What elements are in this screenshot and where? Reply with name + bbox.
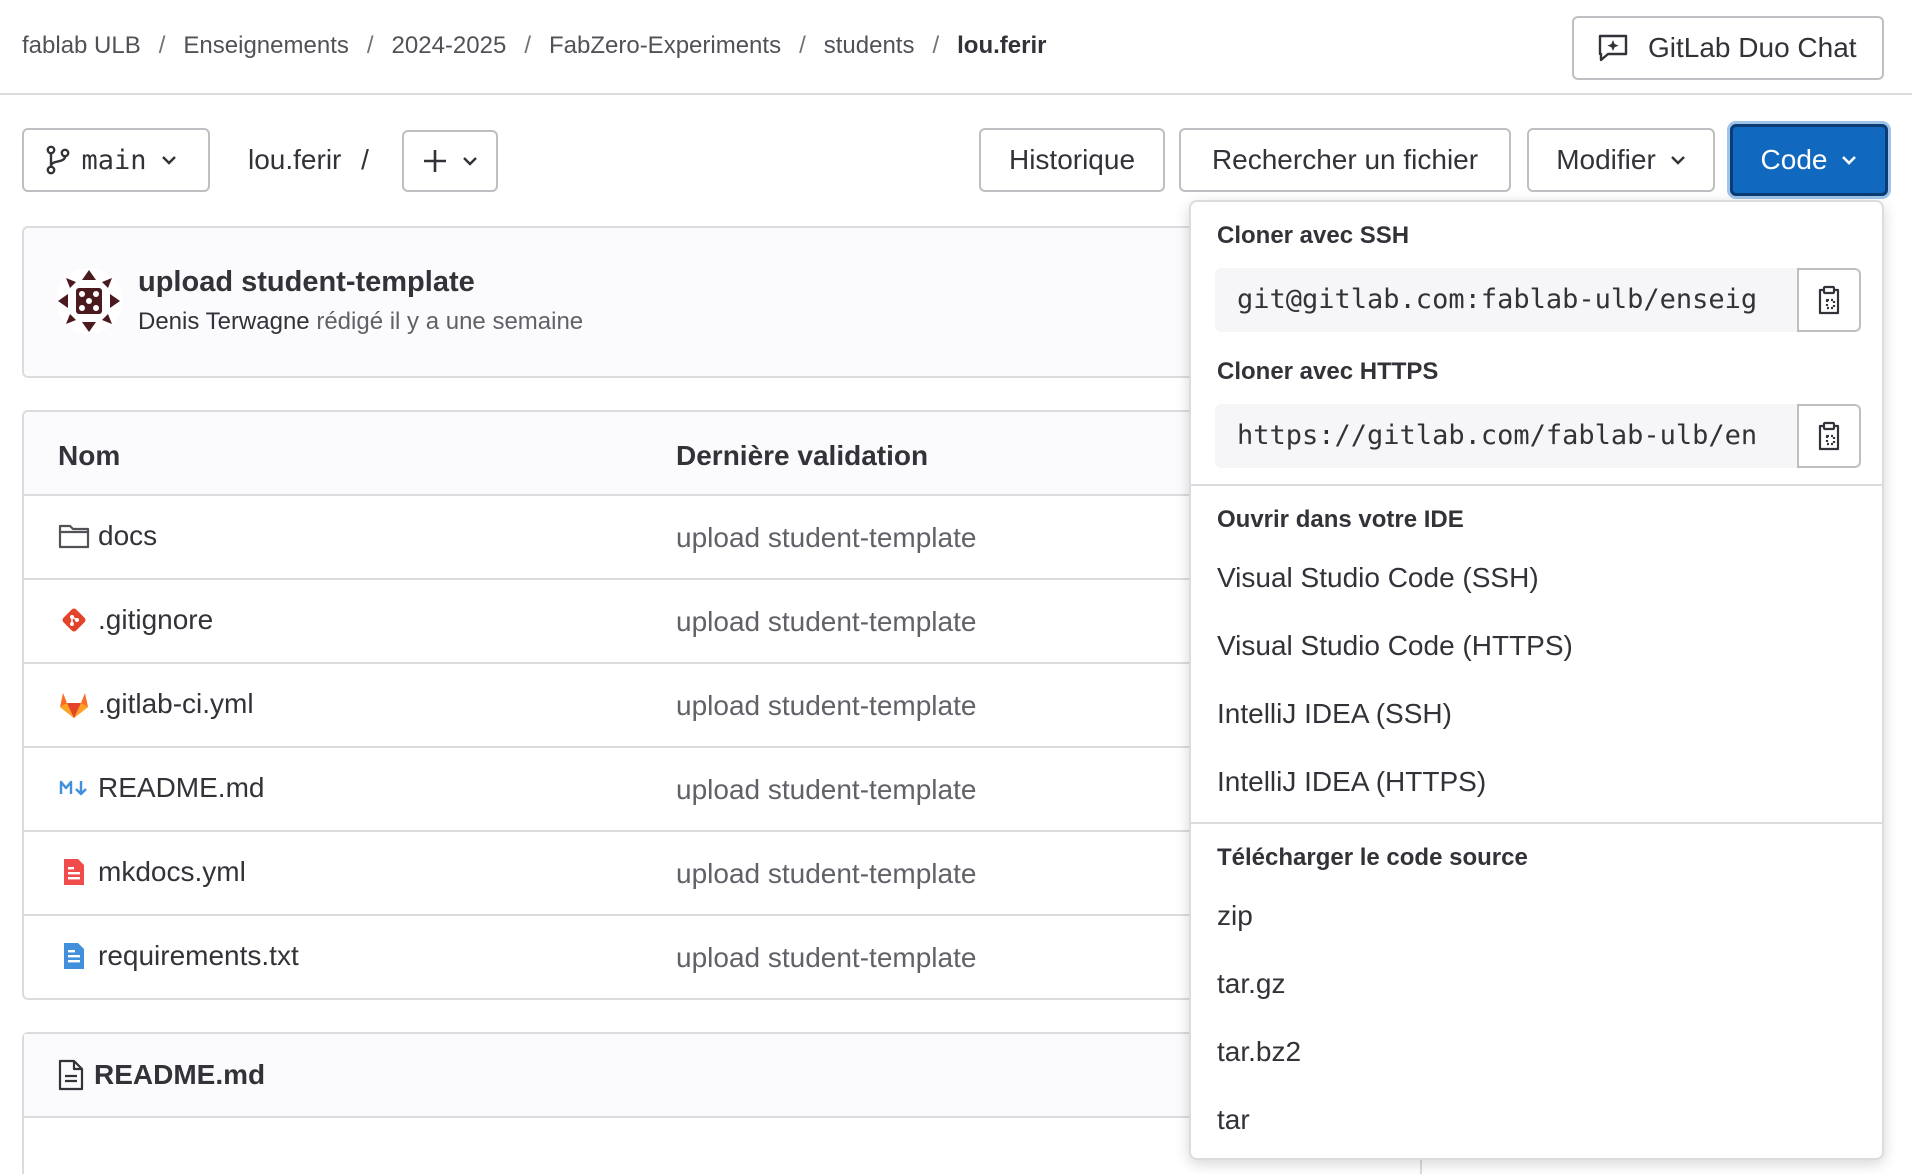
readme-title: README.md bbox=[94, 1059, 266, 1090]
chevron-down-icon bbox=[161, 156, 176, 165]
clone-https-title: Cloner avec HTTPS bbox=[1217, 358, 1439, 385]
repo-path-separator: / bbox=[361, 144, 369, 175]
file-name-cell[interactable]: mkdocs.yml bbox=[58, 856, 246, 888]
file-commit-message[interactable]: upload student-template bbox=[676, 522, 976, 554]
breadcrumb-item-year[interactable]: 2024-2025 bbox=[392, 32, 507, 60]
top-bar: fablab ULB / Enseignements / 2024-2025 /… bbox=[0, 0, 1912, 95]
clone-https-field: https://gitlab.com/fablab-ulb/en bbox=[1215, 404, 1861, 468]
file-commit-message[interactable]: upload student-template bbox=[676, 942, 976, 974]
ide-intellij-ssh[interactable]: IntelliJ IDEA (SSH) bbox=[1217, 698, 1452, 730]
clone-https-url[interactable]: https://gitlab.com/fablab-ulb/en bbox=[1237, 420, 1777, 451]
copy-icon bbox=[1818, 421, 1840, 451]
commit-title[interactable]: upload student-template bbox=[138, 266, 475, 299]
text-file-icon bbox=[58, 940, 90, 972]
breadcrumb-separator: / bbox=[524, 32, 531, 59]
file-name: docs bbox=[98, 520, 158, 551]
file-icon bbox=[58, 1059, 84, 1091]
dropdown-divider bbox=[1191, 822, 1882, 824]
branch-selector[interactable]: main bbox=[22, 128, 210, 192]
file-name-cell[interactable]: README.md bbox=[58, 772, 264, 804]
breadcrumb-separator: / bbox=[799, 32, 806, 59]
duo-chat-button[interactable]: GitLab Duo Chat bbox=[1572, 16, 1884, 80]
avatar[interactable] bbox=[56, 268, 122, 334]
file-name: requirements.txt bbox=[98, 940, 299, 971]
clone-ssh-title: Cloner avec SSH bbox=[1217, 222, 1410, 249]
ide-section-title: Ouvrir dans votre IDE bbox=[1217, 506, 1464, 533]
branch-icon bbox=[47, 145, 70, 175]
download-section-title: Télécharger le code source bbox=[1217, 844, 1528, 871]
code-dropdown-menu: Cloner avec SSH git@gitlab.com:fablab-ul… bbox=[1189, 200, 1884, 1160]
chevron-down-icon bbox=[463, 157, 477, 166]
code-button[interactable]: Code bbox=[1730, 124, 1888, 196]
file-name: .gitignore bbox=[98, 604, 214, 635]
branch-name: main bbox=[81, 144, 147, 176]
breadcrumb-item-enseignements[interactable]: Enseignements bbox=[183, 32, 348, 60]
breadcrumb-separator: / bbox=[366, 32, 374, 59]
file-name-cell[interactable]: requirements.txt bbox=[58, 940, 299, 972]
breadcrumb-item-current[interactable]: lou.ferir bbox=[957, 32, 1046, 60]
repo-path-name[interactable]: lou.ferir bbox=[248, 144, 341, 175]
find-file-button[interactable]: Rechercher un fichier bbox=[1179, 128, 1511, 192]
markdown-icon bbox=[58, 772, 90, 804]
column-header-name: Nom bbox=[58, 440, 121, 471]
commit-meta: Denis Terwagne rédigé il y a une semaine bbox=[138, 308, 583, 336]
file-commit-message[interactable]: upload student-template bbox=[676, 606, 976, 638]
edit-button[interactable]: Modifier bbox=[1527, 128, 1715, 192]
file-name-cell[interactable]: .gitignore bbox=[58, 604, 213, 636]
ide-intellij-https[interactable]: IntelliJ IDEA (HTTPS) bbox=[1217, 766, 1486, 798]
yaml-file-icon bbox=[58, 856, 90, 888]
plus-icon bbox=[424, 150, 446, 172]
chevron-down-icon bbox=[1670, 156, 1685, 165]
copy-https-button[interactable] bbox=[1797, 404, 1861, 468]
clone-ssh-field: git@gitlab.com:fablab-ulb/enseig bbox=[1215, 268, 1861, 332]
add-file-button[interactable] bbox=[402, 130, 498, 192]
download-zip[interactable]: zip bbox=[1217, 900, 1253, 932]
file-commit-message[interactable]: upload student-template bbox=[676, 690, 976, 722]
ide-vscode-https[interactable]: Visual Studio Code (HTTPS) bbox=[1217, 630, 1573, 662]
file-name: .gitlab-ci.yml bbox=[98, 688, 254, 719]
dropdown-divider bbox=[1191, 484, 1882, 486]
git-icon bbox=[58, 604, 90, 636]
breadcrumb-item-fablab[interactable]: fablab ULB bbox=[22, 32, 141, 60]
history-button[interactable]: Historique bbox=[979, 128, 1165, 192]
file-name-cell[interactable]: docs bbox=[58, 520, 157, 552]
code-label: Code bbox=[1760, 144, 1828, 175]
breadcrumb-item-students[interactable]: students bbox=[824, 32, 915, 60]
file-name: README.md bbox=[98, 772, 265, 803]
edit-label: Modifier bbox=[1556, 144, 1656, 175]
ide-vscode-ssh[interactable]: Visual Studio Code (SSH) bbox=[1217, 562, 1539, 594]
download-tar[interactable]: tar bbox=[1217, 1104, 1250, 1136]
file-name-cell[interactable]: .gitlab-ci.yml bbox=[58, 688, 254, 720]
folder-icon bbox=[58, 520, 90, 552]
gitlab-icon bbox=[58, 688, 90, 720]
clone-ssh-url[interactable]: git@gitlab.com:fablab-ulb/enseig bbox=[1237, 284, 1777, 315]
file-commit-message[interactable]: upload student-template bbox=[676, 774, 976, 806]
download-tar-bz2[interactable]: tar.bz2 bbox=[1217, 1036, 1301, 1068]
breadcrumb-separator: / bbox=[932, 32, 940, 59]
repo-path: lou.ferir / bbox=[248, 144, 369, 176]
commit-time: rédigé il y a une semaine bbox=[316, 308, 584, 335]
file-name: mkdocs.yml bbox=[98, 856, 246, 887]
chevron-down-icon bbox=[1842, 156, 1857, 165]
column-header-last-commit: Dernière validation bbox=[676, 440, 929, 471]
download-tar-gz[interactable]: tar.gz bbox=[1217, 968, 1285, 1000]
breadcrumb-item-fabzero[interactable]: FabZero-Experiments bbox=[549, 32, 781, 60]
duo-chat-icon bbox=[1598, 34, 1628, 62]
file-commit-message[interactable]: upload student-template bbox=[676, 858, 976, 890]
breadcrumb-separator: / bbox=[158, 32, 166, 59]
copy-icon bbox=[1818, 285, 1840, 315]
copy-ssh-button[interactable] bbox=[1797, 268, 1861, 332]
breadcrumb: fablab ULB / Enseignements / 2024-2025 /… bbox=[22, 32, 1046, 60]
duo-chat-label: GitLab Duo Chat bbox=[1648, 32, 1857, 63]
commit-author[interactable]: Denis Terwagne bbox=[138, 308, 310, 335]
